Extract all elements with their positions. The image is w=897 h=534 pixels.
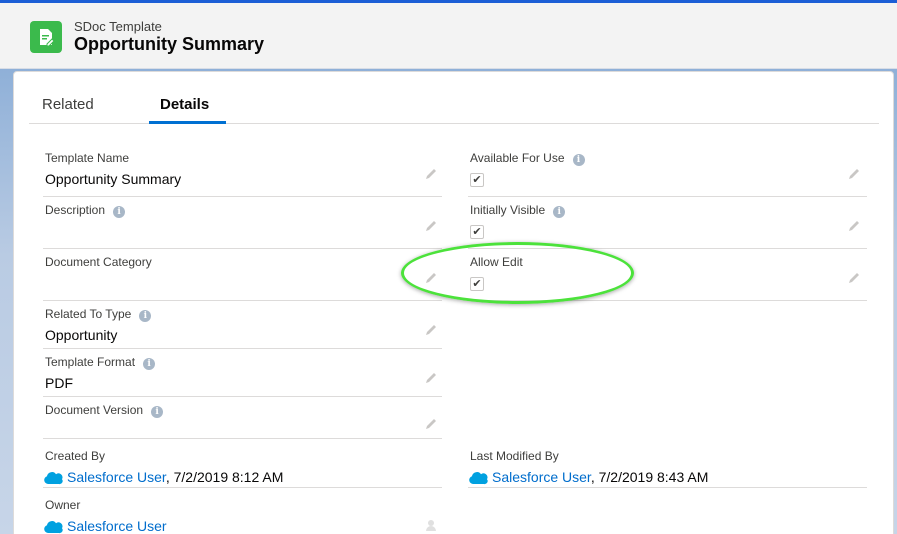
field-related-to-type: Related To Type i Opportunity	[43, 301, 442, 349]
field-value: Salesforce User, 7/2/2019 8:12 AM	[43, 469, 283, 485]
field-created-by: Created By Salesforce User, 7/2/2019 8:1…	[43, 443, 442, 488]
available-for-use-checkbox[interactable]: ✔	[470, 173, 484, 187]
details-card: Related Details Template Name Opportunit…	[13, 71, 894, 534]
field-label: Related To Type i	[45, 307, 152, 322]
pencil-icon[interactable]	[424, 271, 438, 285]
field-value: Opportunity	[45, 327, 118, 343]
info-icon[interactable]: i	[113, 206, 126, 218]
salesforce-cloud-icon	[44, 472, 63, 485]
salesforce-cloud-icon	[469, 472, 488, 485]
pencil-icon[interactable]	[424, 219, 438, 233]
field-value: PDF	[45, 375, 73, 391]
field-template-name: Template Name Opportunity Summary	[43, 145, 442, 197]
field-last-modified-by: Last Modified By Salesforce User, 7/2/20…	[468, 443, 867, 488]
last-modified-by-user-link[interactable]: Salesforce User	[492, 469, 591, 485]
tab-details[interactable]: Details	[160, 96, 209, 113]
field-label: Document Version i	[45, 403, 164, 418]
pencil-icon[interactable]	[424, 371, 438, 385]
change-owner-icon[interactable]	[424, 518, 438, 532]
info-icon[interactable]: i	[151, 406, 164, 418]
field-document-category: Document Category	[43, 249, 442, 301]
field-document-version: Document Version i	[43, 397, 442, 439]
field-label: Initially Visible i	[470, 203, 566, 218]
created-by-user-link[interactable]: Salesforce User	[67, 469, 166, 485]
field-available-for-use: Available For Use i ✔	[468, 145, 867, 197]
field-label: Last Modified By	[470, 449, 559, 463]
field-allow-edit: Allow Edit ✔	[468, 249, 867, 301]
allow-edit-checkbox[interactable]: ✔	[470, 277, 484, 291]
info-icon[interactable]: i	[143, 358, 156, 370]
field-label: Available For Use i	[470, 151, 585, 166]
field-owner: Owner Salesforce User	[43, 492, 442, 534]
pencil-icon[interactable]	[424, 167, 438, 181]
object-type-label: SDoc Template	[74, 19, 162, 34]
tab-bar: Related Details	[29, 72, 879, 124]
field-value: Salesforce User	[43, 518, 167, 534]
pencil-icon[interactable]	[847, 219, 861, 233]
field-template-format: Template Format i PDF	[43, 349, 442, 397]
tab-related[interactable]: Related	[42, 96, 94, 113]
active-tab-indicator	[149, 121, 226, 124]
document-edit-icon	[30, 21, 62, 53]
field-label: Template Name	[45, 151, 130, 165]
last-modified-date: , 7/2/2019 8:43 AM	[590, 469, 709, 485]
field-description: Description i	[43, 197, 442, 249]
field-label: Template Format i	[45, 355, 156, 370]
field-label: Document Category	[45, 255, 152, 269]
pencil-icon[interactable]	[847, 167, 861, 181]
field-value: Opportunity Summary	[45, 171, 182, 187]
pencil-icon[interactable]	[424, 417, 438, 431]
info-icon[interactable]: i	[553, 206, 566, 218]
owner-user-link[interactable]: Salesforce User	[67, 518, 167, 534]
salesforce-cloud-icon	[44, 521, 63, 534]
field-value: Salesforce User, 7/2/2019 8:43 AM	[468, 469, 708, 485]
info-icon[interactable]: i	[139, 310, 152, 322]
field-label: Description i	[45, 203, 126, 218]
record-header: SDoc Template Opportunity Summary	[0, 3, 897, 69]
pencil-icon[interactable]	[847, 271, 861, 285]
pencil-icon[interactable]	[424, 323, 438, 337]
page-title: Opportunity Summary	[74, 34, 265, 54]
field-label: Owner	[45, 498, 81, 512]
info-icon[interactable]: i	[572, 154, 585, 166]
initially-visible-checkbox[interactable]: ✔	[470, 225, 484, 239]
field-initially-visible: Initially Visible i ✔	[468, 197, 867, 249]
field-label: Created By	[45, 449, 106, 463]
field-label: Allow Edit	[470, 255, 523, 269]
created-date: , 7/2/2019 8:12 AM	[165, 469, 284, 485]
